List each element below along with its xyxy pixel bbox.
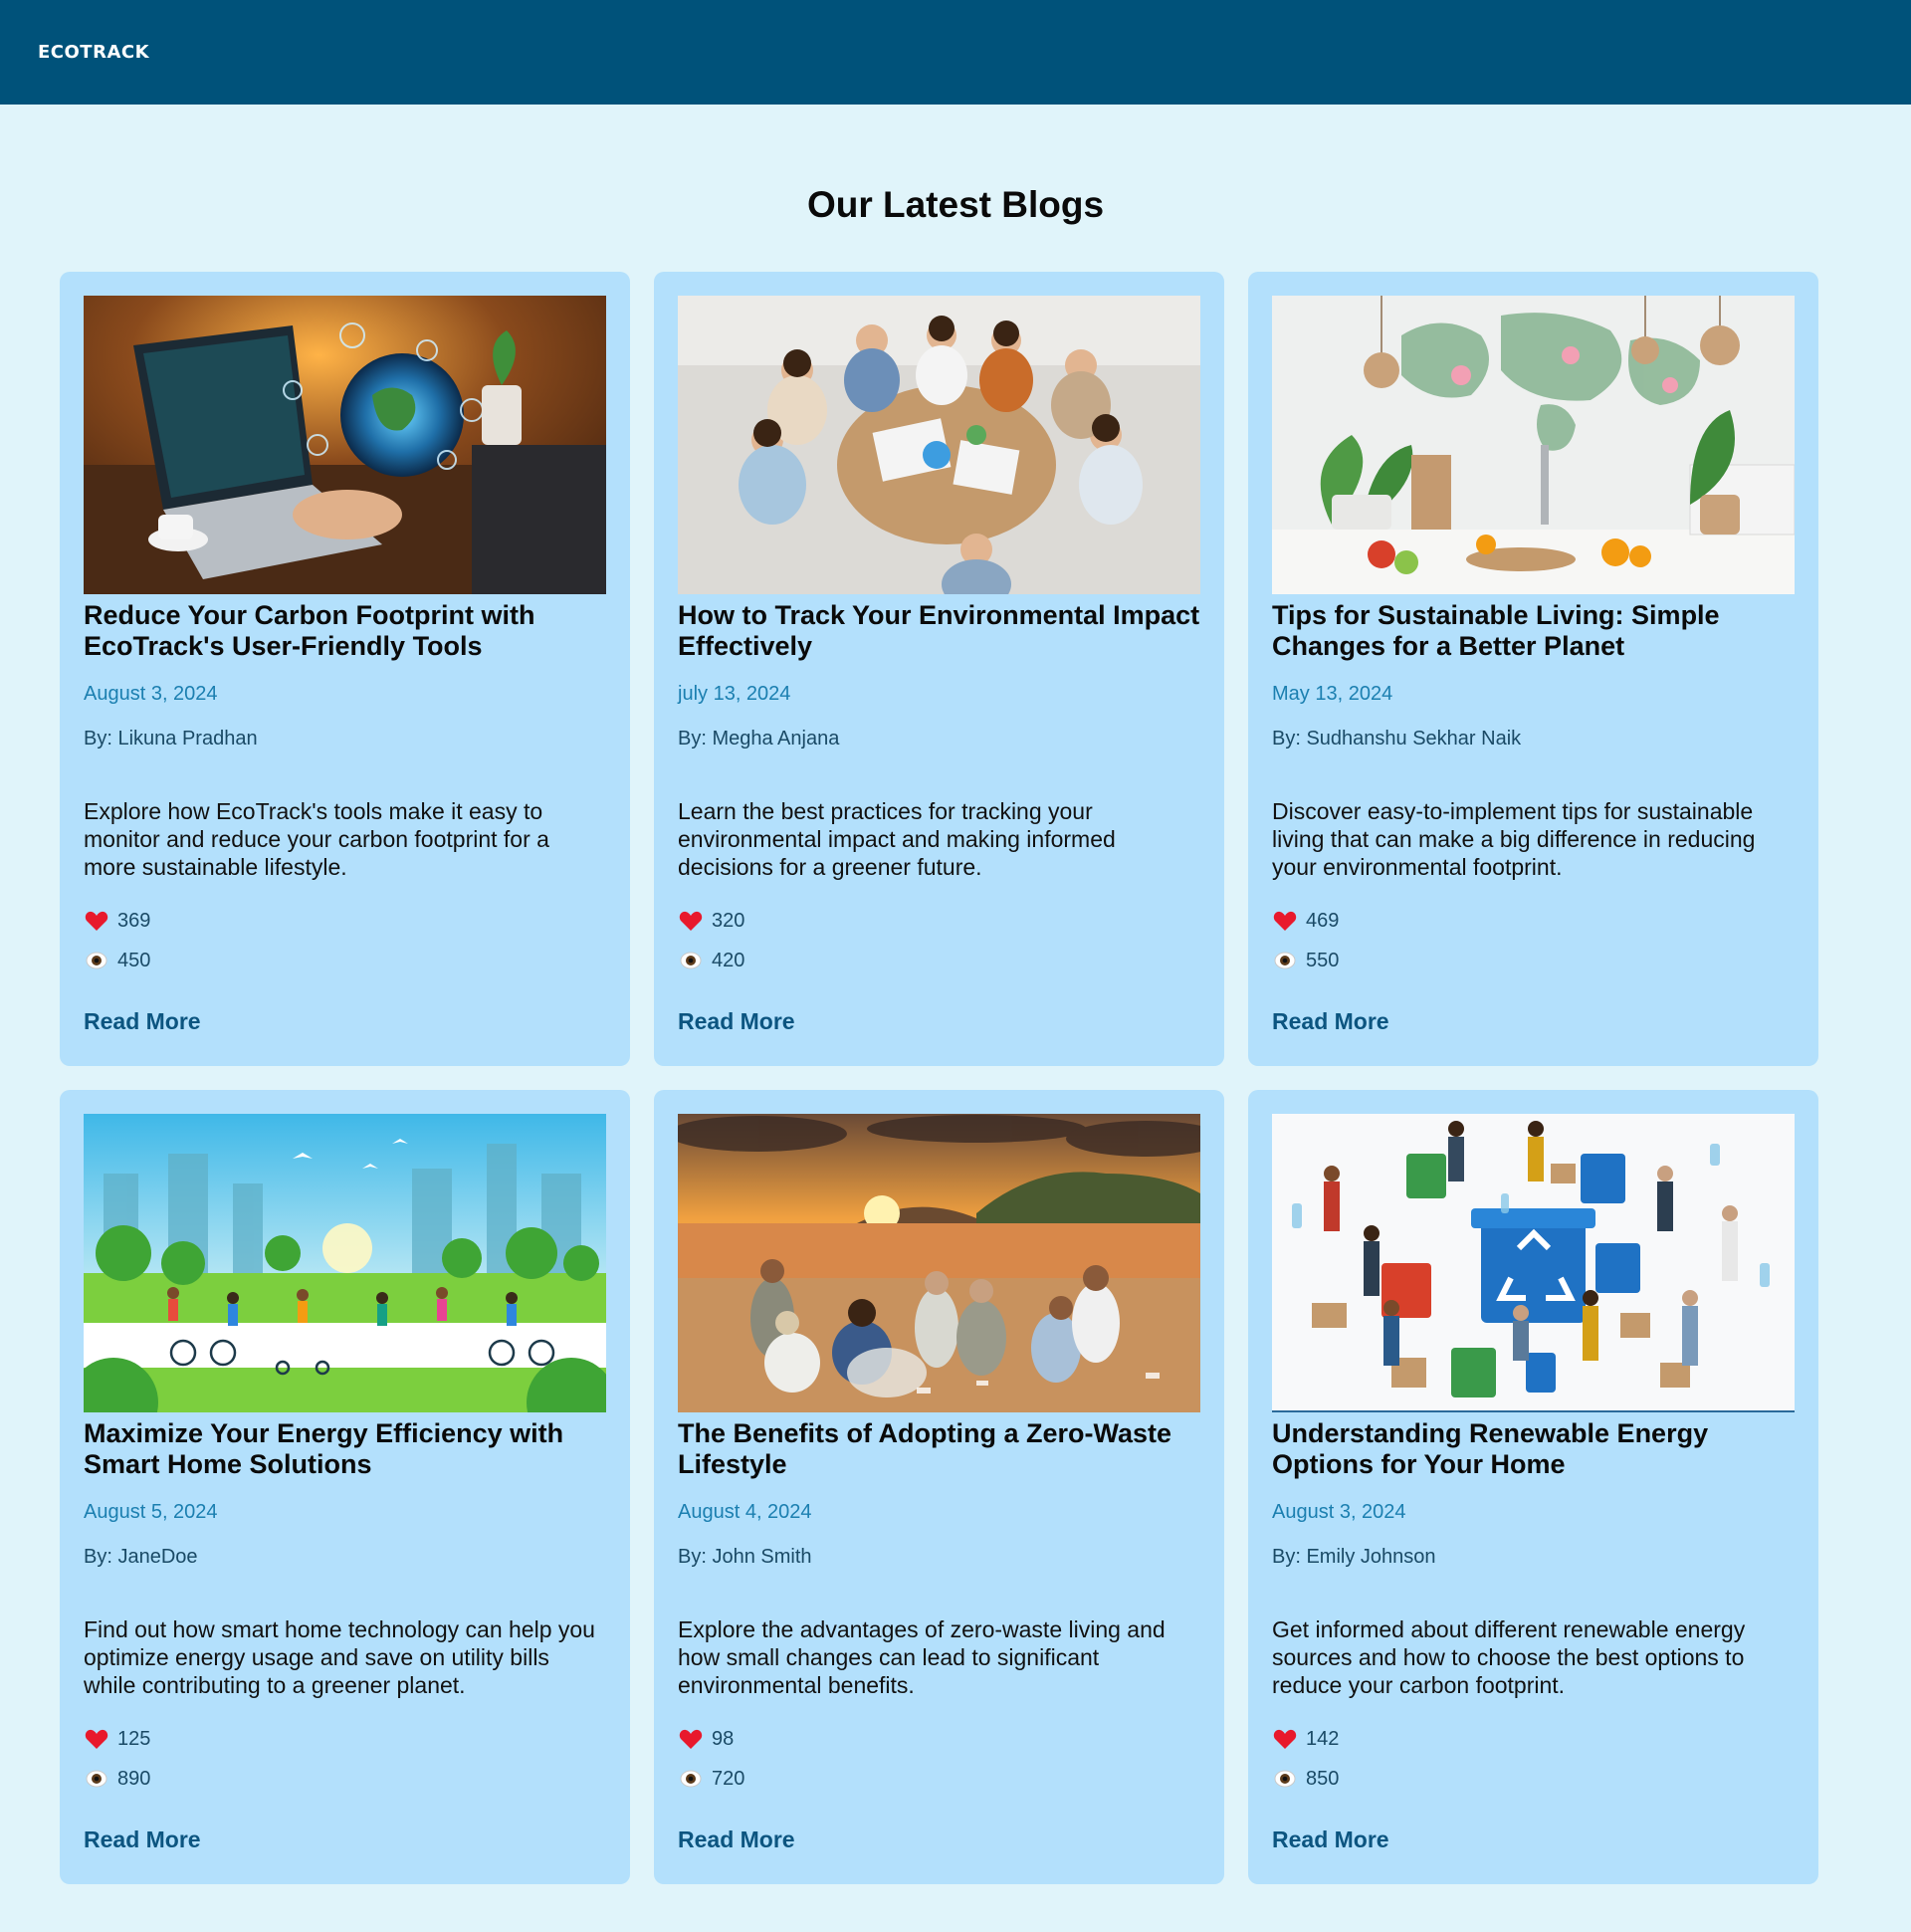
views-count: 720	[712, 1767, 745, 1790]
likes-count: 369	[117, 909, 151, 932]
blog-card: Tips for Sustainable Living: Simple Chan…	[1248, 272, 1818, 1066]
likes-stat: 98	[678, 1727, 734, 1751]
read-more-link[interactable]: Read More	[84, 1008, 201, 1035]
likes-count: 142	[1306, 1727, 1340, 1750]
blog-title: How to Track Your Environmental Impact E…	[678, 600, 1200, 661]
blog-card-image[interactable]	[678, 296, 1200, 594]
views-count: 550	[1306, 949, 1340, 971]
blog-card: Understanding Renewable Energy Options f…	[1248, 1090, 1818, 1884]
blog-author: By: Likuna Pradhan	[84, 728, 258, 750]
eye-icon	[678, 1767, 704, 1791]
eye-icon	[1272, 949, 1298, 972]
views-stat: 550	[1272, 949, 1339, 972]
likes-stat: 320	[678, 909, 744, 933]
read-more-link[interactable]: Read More	[84, 1826, 201, 1853]
blog-author: By: Emily Johnson	[1272, 1546, 1436, 1568]
views-stat: 720	[678, 1767, 744, 1791]
blog-date: August 3, 2024	[84, 683, 218, 705]
heart-icon[interactable]	[1272, 909, 1298, 933]
logo[interactable]: ECOTRACK	[38, 42, 149, 63]
blog-card: How to Track Your Environmental Impact E…	[654, 272, 1224, 1066]
views-count: 420	[712, 949, 745, 971]
blog-title: The Benefits of Adopting a Zero-Waste Li…	[678, 1418, 1172, 1479]
blog-card: Reduce Your Carbon Footprint with EcoTra…	[60, 272, 630, 1066]
views-stat: 850	[1272, 1767, 1339, 1791]
blog-card-image[interactable]	[84, 1114, 606, 1412]
blog-description: Get informed about different renewable e…	[1272, 1616, 1746, 1698]
views-count: 450	[117, 949, 151, 971]
blog-date: May 13, 2024	[1272, 683, 1393, 705]
views-stat: 890	[84, 1767, 150, 1791]
blog-grid: Reduce Your Carbon Footprint with EcoTra…	[60, 272, 1818, 1884]
blog-description: Explore how EcoTrack's tools make it eas…	[84, 798, 549, 880]
eye-icon	[1272, 1767, 1298, 1791]
blog-description: Learn the best practices for tracking yo…	[678, 798, 1116, 880]
likes-stat: 369	[84, 909, 150, 933]
views-stat: 420	[678, 949, 744, 972]
blog-card: Maximize Your Energy Efficiency with Sma…	[60, 1090, 630, 1884]
blog-description: Find out how smart home technology can h…	[84, 1616, 595, 1698]
likes-stat: 469	[1272, 909, 1339, 933]
blog-title: Maximize Your Energy Efficiency with Sma…	[84, 1418, 564, 1479]
page-title: Our Latest Blogs	[806, 184, 1105, 225]
read-more-link[interactable]: Read More	[678, 1826, 795, 1853]
eye-icon	[84, 1767, 109, 1791]
blog-card-image[interactable]	[678, 1114, 1200, 1412]
views-count: 850	[1306, 1767, 1340, 1790]
blog-author: By: JaneDoe	[84, 1546, 198, 1568]
blog-description: Explore the advantages of zero-waste liv…	[678, 1616, 1166, 1698]
views-count: 890	[117, 1767, 151, 1790]
heart-icon[interactable]	[678, 1727, 704, 1751]
blog-card-image[interactable]	[1272, 296, 1795, 594]
read-more-link[interactable]: Read More	[678, 1008, 795, 1035]
blog-date: August 5, 2024	[84, 1501, 218, 1523]
blog-card-image[interactable]	[1272, 1114, 1795, 1412]
likes-stat: 125	[84, 1727, 150, 1751]
blog-title: Tips for Sustainable Living: Simple Chan…	[1272, 600, 1720, 661]
likes-count: 320	[712, 909, 745, 932]
heart-icon[interactable]	[84, 909, 109, 933]
read-more-link[interactable]: Read More	[1272, 1008, 1389, 1035]
blog-title: Understanding Renewable Energy Options f…	[1272, 1418, 1709, 1479]
eye-icon	[678, 949, 704, 972]
blog-card: The Benefits of Adopting a Zero-Waste Li…	[654, 1090, 1224, 1884]
views-stat: 450	[84, 949, 150, 972]
likes-count: 125	[117, 1727, 151, 1750]
blog-date: August 4, 2024	[678, 1501, 812, 1523]
blog-author: By: Megha Anjana	[678, 728, 840, 750]
likes-count: 98	[712, 1727, 735, 1750]
likes-count: 469	[1306, 909, 1340, 932]
blog-title: Reduce Your Carbon Footprint with EcoTra…	[84, 600, 535, 661]
navbar: ECOTRACK	[0, 0, 1911, 105]
blog-author: By: Sudhanshu Sekhar Naik	[1272, 728, 1522, 750]
heart-icon[interactable]	[678, 909, 704, 933]
blog-author: By: John Smith	[678, 1546, 812, 1568]
blog-description: Discover easy-to-implement tips for sust…	[1272, 798, 1756, 880]
blog-date: August 3, 2024	[1272, 1501, 1406, 1523]
eye-icon	[84, 949, 109, 972]
heart-icon[interactable]	[84, 1727, 109, 1751]
heart-icon[interactable]	[1272, 1727, 1298, 1751]
blog-card-image[interactable]	[84, 296, 606, 594]
likes-stat: 142	[1272, 1727, 1339, 1751]
read-more-link[interactable]: Read More	[1272, 1826, 1389, 1853]
blog-date: july 13, 2024	[678, 683, 791, 705]
